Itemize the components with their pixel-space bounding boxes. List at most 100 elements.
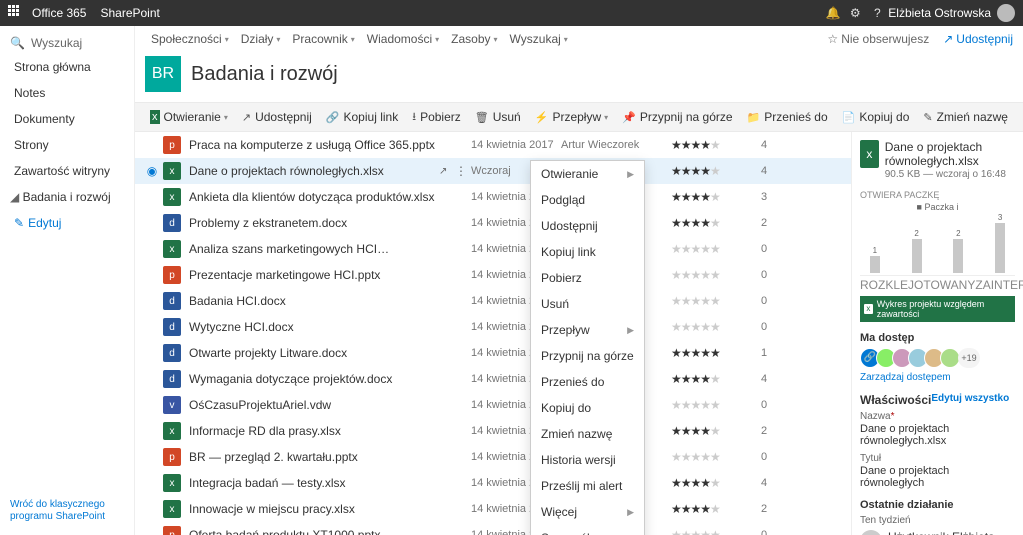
help-icon[interactable]: ? <box>866 6 888 20</box>
file-row[interactable]: ○pPraca na komputerze z usługą Office 36… <box>135 132 851 158</box>
cmd-copylink[interactable]: 🔗Kopiuj link <box>319 103 405 131</box>
context-menu-item[interactable]: Przenieś do <box>531 369 644 395</box>
office-label[interactable]: Office 365 <box>32 6 86 20</box>
cmd-copy[interactable]: 📄Kopiuj do <box>835 103 917 131</box>
cmd-pin[interactable]: 📌Przypnij na górze <box>615 103 739 131</box>
file-rating[interactable]: ★★★★★ <box>671 268 761 282</box>
cmd-flow[interactable]: ⚡Przepływ▾ <box>528 103 615 131</box>
manage-access-link[interactable]: Zarządzaj dostępem <box>860 372 1015 383</box>
access-more[interactable]: +19 <box>958 348 980 368</box>
file-rating[interactable]: ★★★★★ <box>671 372 761 386</box>
file-name[interactable]: Problemy z ekstranetem.docx <box>189 216 439 230</box>
gear-icon[interactable]: ⚙ <box>844 6 866 20</box>
edit-all-link[interactable]: Edytuj wszystko <box>931 393 1009 407</box>
nav-item[interactable]: Zawartość witryny <box>0 158 134 184</box>
file-name[interactable]: Prezentacje marketingowe HCI.pptx <box>189 268 439 282</box>
follow-button[interactable]: Nie obserwujesz <box>827 32 929 46</box>
prop-name-value[interactable]: Dane o projektach równoległych.xlsx <box>860 423 1015 447</box>
file-row[interactable]: ○dWymagania dotyczące projektów.docx14 k… <box>135 366 851 392</box>
file-row[interactable]: ○pOferta badań produktu XT1000.pptx14 kw… <box>135 522 851 535</box>
bell-icon[interactable]: 🔔 <box>822 6 844 20</box>
row-check-icon[interactable]: ◉ <box>141 164 163 178</box>
file-name[interactable]: Ankieta dla klientów dotycząca produktów… <box>189 190 439 204</box>
share-site-button[interactable]: Udostępnij <box>943 32 1013 46</box>
cmd-share[interactable]: ↗Udostępnij <box>235 103 319 131</box>
file-rating[interactable]: ★★★★★ <box>671 346 761 360</box>
app-launcher-icon[interactable] <box>8 5 24 21</box>
user-name[interactable]: Elżbieta Ostrowska <box>888 6 991 20</box>
file-row[interactable]: ○dBadania HCI.docx14 kwietnia 2017★★★★★0 <box>135 288 851 314</box>
file-name[interactable]: Wymagania dotyczące projektów.docx <box>189 372 439 386</box>
cmd-move[interactable]: 📁Przenieś do <box>740 103 835 131</box>
file-row[interactable]: ○xInformacje RD dla prasy.xlsx14 kwietni… <box>135 418 851 444</box>
file-name[interactable]: Integracja badań — testy.xlsx <box>189 476 439 490</box>
site-logo[interactable]: BR <box>145 56 181 92</box>
nav-item[interactable]: Notes <box>0 80 134 106</box>
file-name[interactable]: BR — przegląd 2. kwartału.pptx <box>189 450 439 464</box>
hubnav-item[interactable]: Zasoby <box>445 30 503 48</box>
file-name[interactable]: Analiza szans marketingowych HCI… <box>189 242 439 256</box>
context-menu-item[interactable]: Podgląd <box>531 187 644 213</box>
file-rating[interactable]: ★★★★★ <box>671 164 761 178</box>
hubnav-item[interactable]: Wyszukaj <box>504 30 574 48</box>
prop-title-value[interactable]: Dane o projektach równoległych <box>860 465 1015 489</box>
file-rating[interactable]: ★★★★★ <box>671 190 761 204</box>
file-name[interactable]: Badania HCI.docx <box>189 294 439 308</box>
hubnav-item[interactable]: Wiadomości <box>361 30 445 48</box>
context-menu-item[interactable]: Przepływ▶ <box>531 317 644 343</box>
context-menu-item[interactable]: Przypnij na górze <box>531 343 644 369</box>
file-name[interactable]: Informacje RD dla prasy.xlsx <box>189 424 439 438</box>
context-menu-item[interactable]: Usuń <box>531 291 644 317</box>
cmd-more[interactable]: ··· <box>1015 103 1023 131</box>
hubnav-item[interactable]: Pracownik <box>286 30 360 48</box>
file-row[interactable]: ○xInnowacje w miejscu pracy.xlsx14 kwiet… <box>135 496 851 522</box>
file-rating[interactable]: ★★★★★ <box>671 476 761 490</box>
file-row[interactable]: ○xIntegracja badań — testy.xlsx14 kwietn… <box>135 470 851 496</box>
file-rating[interactable]: ★★★★★ <box>671 320 761 334</box>
file-rating[interactable]: ★★★★★ <box>671 528 761 535</box>
file-name[interactable]: Dane o projektach równoległych.xlsx <box>189 164 439 178</box>
context-menu-item[interactable]: Pobierz <box>531 265 644 291</box>
file-name[interactable]: Otwarte projekty Litware.docx <box>189 346 439 360</box>
file-name[interactable]: Praca na komputerze z usługą Office 365.… <box>189 138 439 152</box>
file-row[interactable]: ○dWytyczne HCI.docx14 kwietnia 2017★★★★★… <box>135 314 851 340</box>
search-box[interactable]: 🔍Wyszukaj <box>0 32 134 54</box>
file-rating[interactable]: ★★★★★ <box>671 216 761 230</box>
context-menu-item[interactable]: Szczegóły <box>531 525 644 535</box>
file-rating[interactable]: ★★★★★ <box>671 242 761 256</box>
nav-item[interactable]: Strona główna <box>0 54 134 80</box>
cmd-rename[interactable]: ✎Zmień nazwę <box>916 103 1015 131</box>
avatar[interactable] <box>940 348 960 368</box>
file-name[interactable]: Oferta badań produktu XT1000.pptx <box>189 528 439 535</box>
file-row[interactable]: ○pPrezentacje marketingowe HCI.pptx14 kw… <box>135 262 851 288</box>
file-rating[interactable]: ★★★★★ <box>671 398 761 412</box>
user-avatar[interactable] <box>997 4 1015 22</box>
context-menu-item[interactable]: Więcej▶ <box>531 499 644 525</box>
nav-item[interactable]: Strony <box>0 132 134 158</box>
file-name[interactable]: Wytyczne HCI.docx <box>189 320 439 334</box>
file-row[interactable]: ○xAnkieta dla klientów dotycząca produkt… <box>135 184 851 210</box>
hubnav-item[interactable]: Działy <box>235 30 287 48</box>
file-row[interactable]: ○dProblemy z ekstranetem.docx14 kwietnia… <box>135 210 851 236</box>
nav-current[interactable]: ◢ Badania i rozwój <box>0 184 134 210</box>
file-rating[interactable]: ★★★★★ <box>671 294 761 308</box>
context-menu-item[interactable]: Udostępnij <box>531 213 644 239</box>
file-row[interactable]: ○pBR — przegląd 2. kwartału.pptx14 kwiet… <box>135 444 851 470</box>
file-row[interactable]: ◉xDane o projektach równoległych.xlsx↗⋮W… <box>135 158 851 184</box>
cmd-open[interactable]: xOtwieranie▾ <box>143 103 235 131</box>
file-rating[interactable]: ★★★★★ <box>671 502 761 516</box>
cmd-delete[interactable]: 🗑Usuń <box>468 103 528 131</box>
product-label[interactable]: SharePoint <box>100 6 159 20</box>
file-name[interactable]: Innowacje w miejscu pracy.xlsx <box>189 502 439 516</box>
context-menu-item[interactable]: Prześlij mi alert <box>531 473 644 499</box>
context-menu-item[interactable]: Kopiuj link <box>531 239 644 265</box>
file-name[interactable]: OśCzasuProjektuAriel.vdw <box>189 398 439 412</box>
file-rating[interactable]: ★★★★★ <box>671 424 761 438</box>
file-rating[interactable]: ★★★★★ <box>671 450 761 464</box>
file-rating[interactable]: ★★★★★ <box>671 138 761 152</box>
file-row[interactable]: ○xAnaliza szans marketingowych HCI…14 kw… <box>135 236 851 262</box>
file-row[interactable]: ○vOśCzasuProjektuAriel.vdw14 kwietnia 20… <box>135 392 851 418</box>
context-menu-item[interactable]: Zmień nazwę <box>531 421 644 447</box>
file-row[interactable]: ○dOtwarte projekty Litware.docx14 kwietn… <box>135 340 851 366</box>
nav-edit[interactable]: Edytuj <box>0 210 134 236</box>
